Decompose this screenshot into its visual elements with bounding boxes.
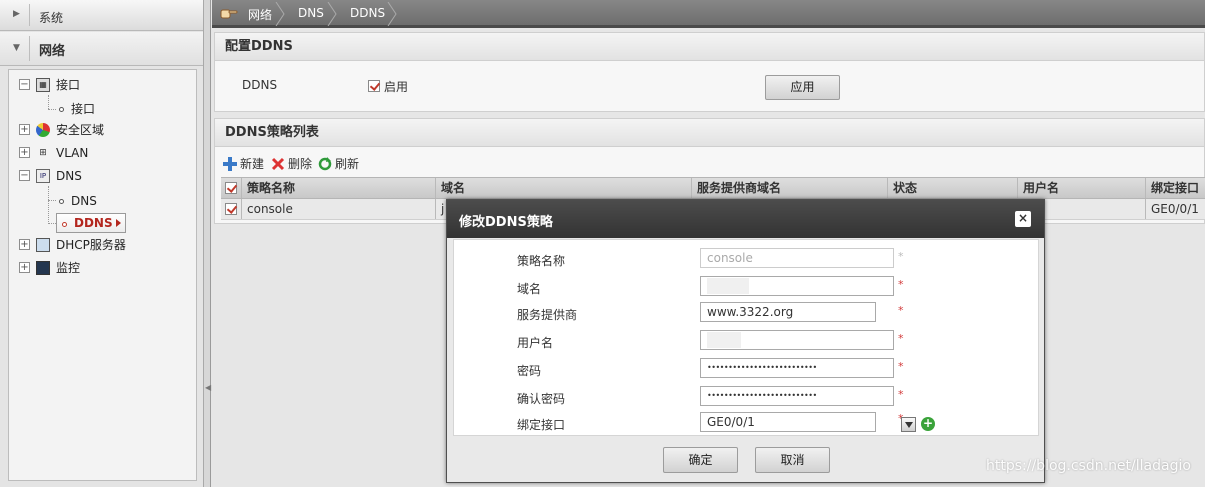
breadcrumb-item[interactable]: DNS xyxy=(298,6,324,20)
expand-icon[interactable]: + xyxy=(19,124,30,135)
table-header: 策略名称 域名 服务提供商域名 状态 用户名 绑定接口 xyxy=(221,177,1205,199)
confirm-password-input[interactable]: •••••••••••••••••••••••••• xyxy=(700,386,894,406)
add-circle-icon[interactable]: + xyxy=(921,417,935,431)
sidebar-section-label: 网络 xyxy=(39,44,66,59)
sidebar-section-network[interactable]: ▼ 网络 xyxy=(0,32,203,66)
bullet-icon xyxy=(59,199,64,204)
delete-x-icon xyxy=(271,157,285,171)
server-icon xyxy=(36,238,50,252)
tree-item-dns-group[interactable]: − IP DNS xyxy=(19,166,189,186)
interface-label: 绑定接口 xyxy=(517,418,566,432)
nav-tree: − ▦ 接口 接口 + 安全区域 + ⊞ VLAN − IP DNS DNS D… xyxy=(8,69,197,481)
bullet-icon xyxy=(59,107,64,112)
confirm-password-label: 确认密码 xyxy=(517,392,566,406)
provider-label: 服务提供商 xyxy=(517,308,578,322)
close-icon[interactable]: × xyxy=(1015,211,1031,227)
interface-select[interactable]: GE0/0/1 xyxy=(700,412,876,432)
watermark: https://blog.csdn.net/lladagio xyxy=(986,458,1191,474)
breadcrumb: 网络 DNS DDNS xyxy=(212,0,1205,28)
config-ddns-panel: 配置DDNS DDNS 启用 应用 xyxy=(214,32,1205,112)
collapse-arrow-icon: ▼ xyxy=(13,43,20,53)
expand-icon[interactable]: + xyxy=(19,147,30,158)
password-input[interactable]: •••••••••••••••••••••••••• xyxy=(700,358,894,378)
masked-value xyxy=(707,278,749,294)
tree-item-vlan[interactable]: + ⊞ VLAN xyxy=(19,143,189,163)
sidebar: ▶ 系统 ▼ 网络 − ▦ 接口 接口 + 安全区域 + ⊞ VLAN − IP… xyxy=(0,0,204,487)
breadcrumb-item[interactable]: DDNS xyxy=(350,6,385,20)
row-checkbox[interactable] xyxy=(225,203,237,215)
apply-button[interactable]: 应用 xyxy=(765,75,840,100)
domain-label: 域名 xyxy=(517,282,542,296)
ddns-label: DDNS xyxy=(242,78,278,92)
column-header[interactable]: 服务提供商域名 xyxy=(691,178,887,198)
tree-item-dhcp-server[interactable]: + DHCP服务器 xyxy=(19,235,189,255)
chevron-right-icon xyxy=(327,2,337,26)
tree-item-monitor[interactable]: + 监控 xyxy=(19,258,189,278)
panel-title: DDNS策略列表 xyxy=(215,119,1204,147)
panel-title: 配置DDNS xyxy=(215,33,1204,61)
password-label: 密码 xyxy=(517,364,542,378)
required-mark: * xyxy=(898,250,904,263)
masked-value xyxy=(707,332,741,348)
enable-label: 启用 xyxy=(384,80,409,94)
chevron-right-icon xyxy=(275,2,285,26)
column-header[interactable]: 用户名 xyxy=(1017,178,1145,198)
username-input[interactable] xyxy=(700,330,894,350)
required-mark: * xyxy=(898,304,904,317)
bullet-icon xyxy=(62,222,67,227)
new-button[interactable]: 新建 xyxy=(223,155,269,173)
domain-input[interactable] xyxy=(700,276,894,296)
expand-icon[interactable]: + xyxy=(19,262,30,273)
enable-checkbox[interactable] xyxy=(368,80,380,92)
delete-button[interactable]: 删除 xyxy=(271,155,317,173)
pointing-hand-icon xyxy=(220,9,238,19)
collapse-handle-icon[interactable]: ◀ xyxy=(205,383,211,392)
breadcrumb-item[interactable]: 网络 xyxy=(248,6,272,23)
tree-item-dns[interactable]: DNS xyxy=(59,191,149,211)
tree-item-interface[interactable]: 接口 xyxy=(59,99,149,119)
column-header[interactable]: 域名 xyxy=(435,178,691,198)
interface-icon: ▦ xyxy=(36,78,50,92)
sidebar-section-label: 系统 xyxy=(39,11,64,25)
edit-ddns-policy-dialog: 修改DDNS策略 × 策略名称 console * 域名 * 服务提供商 www… xyxy=(446,199,1045,483)
policy-name-label: 策略名称 xyxy=(517,254,566,268)
monitor-icon xyxy=(36,261,50,275)
column-header[interactable]: 状态 xyxy=(887,178,1017,198)
dialog-form: 策略名称 console * 域名 * 服务提供商 www.3322.org *… xyxy=(453,239,1039,436)
column-header[interactable]: 绑定接口 xyxy=(1145,178,1205,198)
cell-interface: GE0/0/1 xyxy=(1145,199,1205,219)
dialog-header: 修改DDNS策略 × xyxy=(447,200,1044,238)
refresh-button[interactable]: 刷新 xyxy=(318,155,364,173)
column-header[interactable]: 策略名称 xyxy=(241,178,435,198)
cancel-button[interactable]: 取消 xyxy=(755,447,830,473)
tree-item-security-zone[interactable]: + 安全区域 xyxy=(19,120,189,140)
ok-button[interactable]: 确定 xyxy=(663,447,738,473)
sidebar-splitter[interactable]: ◀ xyxy=(204,0,211,487)
expand-icon[interactable]: + xyxy=(19,239,30,250)
tree-item-interface-group[interactable]: − ▦ 接口 xyxy=(19,75,189,95)
sidebar-section-system[interactable]: ▶ 系统 xyxy=(0,0,203,31)
chevron-right-icon xyxy=(387,2,397,26)
required-mark: * xyxy=(898,278,904,291)
policy-name-input: console xyxy=(700,248,894,268)
select-all-checkbox[interactable] xyxy=(225,182,237,194)
provider-input[interactable]: www.3322.org xyxy=(700,302,876,322)
tree-item-ddns-selected[interactable]: DDNS xyxy=(56,213,126,233)
required-mark: * xyxy=(898,332,904,345)
expand-arrow-icon: ▶ xyxy=(13,9,20,19)
collapse-icon[interactable]: − xyxy=(19,79,30,90)
selected-arrow-icon xyxy=(116,219,121,227)
dialog-title: 修改DDNS策略 xyxy=(459,215,553,230)
refresh-icon xyxy=(318,157,332,171)
dropdown-arrow-icon[interactable] xyxy=(901,417,916,432)
username-label: 用户名 xyxy=(517,336,554,350)
plus-icon xyxy=(223,157,237,171)
required-mark: * xyxy=(898,388,904,401)
vlan-icon: ⊞ xyxy=(39,148,47,158)
dns-icon: IP xyxy=(36,169,50,183)
cell-policy-name: console xyxy=(241,199,435,219)
collapse-icon[interactable]: − xyxy=(19,170,30,181)
required-mark: * xyxy=(898,360,904,373)
pie-chart-icon xyxy=(36,123,50,137)
